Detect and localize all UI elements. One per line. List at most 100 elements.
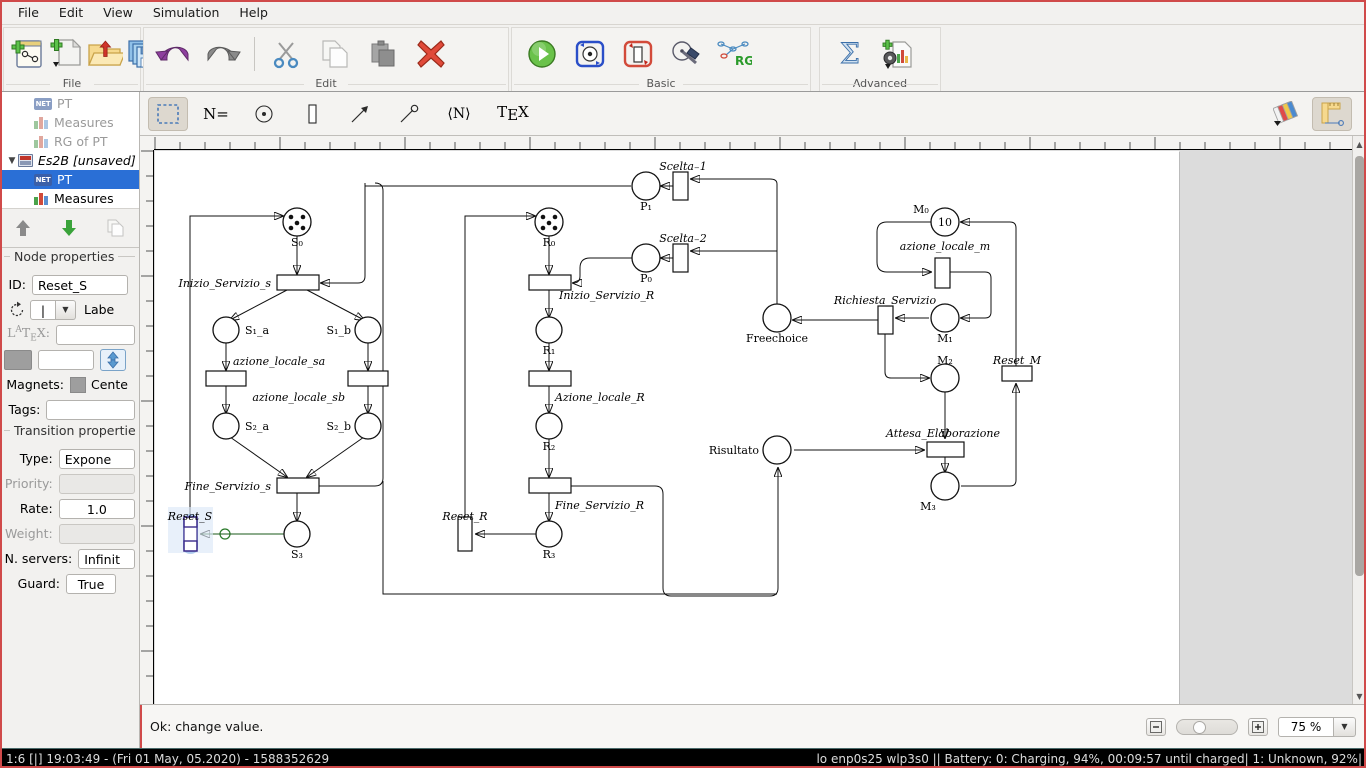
tree-item-es2b-project[interactable]: ▼ Es2B [unsaved] [0, 151, 139, 170]
duplicate-button[interactable] [103, 215, 129, 241]
new-measure-button[interactable] [874, 31, 922, 77]
token-loop-button[interactable] [566, 31, 614, 77]
measure-ruler-button[interactable] [1312, 96, 1352, 131]
place-S2-a[interactable]: S₂_a [212, 412, 269, 440]
color-palette-button[interactable] [1266, 97, 1306, 131]
place-R2[interactable]: R₂ [535, 412, 563, 453]
menu-view[interactable]: View [93, 2, 143, 23]
tex-tool[interactable]: TEX [490, 97, 536, 131]
new-page-button[interactable] [48, 31, 86, 77]
delete-button[interactable] [407, 31, 455, 77]
transition-Reset-M[interactable]: Reset_M [992, 354, 1042, 382]
place-M0[interactable]: 10 M₀ [913, 203, 960, 237]
place-S1-b[interactable]: S₁_b [327, 316, 382, 344]
menu-file[interactable]: File [8, 2, 49, 23]
tools-button[interactable] [662, 31, 710, 77]
transition-Reset-S[interactable]: Reset_S [167, 507, 213, 554]
transition-Fine-Servizio-s[interactable]: Fine_Servizio_s [184, 477, 320, 494]
zoom-slider[interactable] [1176, 718, 1238, 735]
paste-button[interactable] [359, 31, 407, 77]
tree-item-pt-selected[interactable]: NET PT [0, 170, 139, 189]
menu-edit[interactable]: Edit [49, 2, 93, 23]
petri-net-diagram[interactable]: S₀ S₁_a S₁_b S₂_a S₂_b S₃ P₁ P₀ R₀ R₁ R₂… [155, 151, 1179, 704]
transition-Richiesta-Servizio[interactable]: Richiesta_Servizio [833, 294, 937, 335]
place-M3[interactable]: M₃ [920, 471, 960, 513]
marking-tool[interactable]: N= [196, 97, 236, 131]
menu-simulation[interactable]: Simulation [143, 2, 230, 23]
chevron-down-icon[interactable]: ▼ [56, 299, 76, 320]
extra-field[interactable] [38, 349, 94, 370]
inhibitor-arc-tool[interactable] [388, 97, 428, 131]
tree-item-rg-of-pt[interactable]: RG of PT [0, 132, 139, 151]
place-Risultato[interactable]: Risultato [709, 435, 792, 465]
transition-tool[interactable] [292, 97, 332, 131]
zoom-in-button[interactable] [1248, 717, 1268, 736]
transition-azione-locale-sa[interactable]: azione_locale_sa [205, 355, 325, 387]
arc-tool[interactable] [340, 97, 380, 131]
select-tool[interactable] [148, 96, 188, 131]
place-S3[interactable]: S₃ [283, 520, 311, 561]
place-tool[interactable] [244, 97, 284, 131]
new-project-button[interactable] [10, 31, 48, 77]
sum-button[interactable]: Σ [826, 31, 874, 77]
place-S2-b[interactable]: S₂_b [327, 412, 382, 440]
tags-field[interactable] [46, 399, 135, 420]
font-preview-icon[interactable] [4, 349, 32, 370]
move-up-button[interactable] [10, 215, 36, 241]
transition-Inizio-Servizio-R[interactable]: Inizio_Servizio_R [528, 274, 654, 302]
place-M1[interactable]: M₁ [930, 303, 960, 345]
guard-field[interactable]: True [66, 573, 116, 594]
menu-help[interactable]: Help [229, 2, 278, 23]
latex-field[interactable] [55, 324, 135, 345]
zoom-dropdown-button[interactable]: ▼ [1334, 716, 1356, 737]
place-S1-a[interactable]: S₁_a [212, 316, 269, 344]
tree-item-measures-top[interactable]: Measures [0, 113, 139, 132]
place-M2[interactable]: M₂ [930, 354, 960, 393]
place-R0[interactable]: R₀ [534, 207, 564, 249]
play-button[interactable] [518, 31, 566, 77]
scrollbar-thumb[interactable] [1355, 156, 1364, 576]
transition-Scelta-1[interactable]: Scelta₋1 [659, 160, 707, 201]
place-R3[interactable]: R₃ [535, 520, 563, 561]
zoom-value[interactable]: 75 % [1278, 716, 1334, 737]
place-Freechoice[interactable]: Freechoice [746, 303, 808, 345]
open-button[interactable] [86, 31, 124, 77]
redo-button[interactable] [198, 31, 246, 77]
type-field[interactable]: Expone [58, 448, 135, 469]
transition-Attesa-Elaborazione[interactable]: Attesa_Elaborazione [885, 427, 1000, 458]
net-canvas-page[interactable]: S₀ S₁_a S₁_b S₂_a S₂_b S₃ P₁ P₀ R₀ R₁ R₂… [155, 151, 1179, 704]
color-class-tool[interactable]: ⟨N⟩ [436, 97, 482, 131]
flip-vertical-button[interactable] [100, 348, 126, 371]
rotation-value[interactable]: | [30, 299, 56, 320]
place-P0[interactable]: P₀ [631, 243, 661, 285]
place-P1[interactable]: P₁ [631, 171, 661, 213]
canvas-vertical-scrollbar[interactable]: ▲ ▼ [1352, 136, 1366, 704]
transition-Scelta-2[interactable]: Scelta₋2 [659, 232, 707, 273]
scroll-down-icon[interactable]: ▼ [1353, 688, 1366, 704]
scroll-up-icon[interactable]: ▲ [1353, 136, 1366, 152]
transition-Reset-R[interactable]: Reset_R [441, 510, 488, 552]
tree-item-pt-top[interactable]: NET PT [0, 94, 139, 113]
tree-item-measures[interactable]: Measures [0, 189, 139, 208]
transition-Azione-locale-R[interactable]: Azione_locale_R [528, 370, 645, 404]
id-field[interactable]: Reset_S [32, 274, 128, 295]
place-R1[interactable]: R₁ [535, 316, 563, 357]
rate-field[interactable]: 1.0 [58, 498, 135, 519]
canvas-area[interactable]: S₀ S₁_a S₁_b S₂_a S₂_b S₃ P₁ P₀ R₀ R₁ R₂… [140, 136, 1366, 704]
rg-button[interactable]: RG [710, 31, 758, 77]
place-S0[interactable]: S₀ [282, 207, 312, 249]
cut-button[interactable] [263, 31, 311, 77]
transition-loop-button[interactable] [614, 31, 662, 77]
rotation-combo[interactable]: | ▼ [30, 299, 76, 320]
copy-button[interactable] [311, 31, 359, 77]
nservers-field[interactable]: Infinit [78, 548, 135, 569]
zoom-slider-knob[interactable] [1193, 720, 1206, 734]
rotate-icon-wrap[interactable] [4, 301, 30, 319]
transition-Inizio-Servizio-s[interactable]: Inizio_Servizio_s [177, 274, 320, 291]
move-down-button[interactable] [56, 215, 82, 241]
undo-button[interactable] [150, 31, 198, 77]
tree-expander-es2b[interactable]: ▼ [6, 156, 18, 166]
zoom-out-button[interactable] [1146, 717, 1166, 736]
transition-Fine-Servizio-R[interactable]: Fine_Servizio_R [528, 477, 644, 512]
transition-azione-locale-m[interactable]: azione_locale_m [900, 240, 990, 289]
